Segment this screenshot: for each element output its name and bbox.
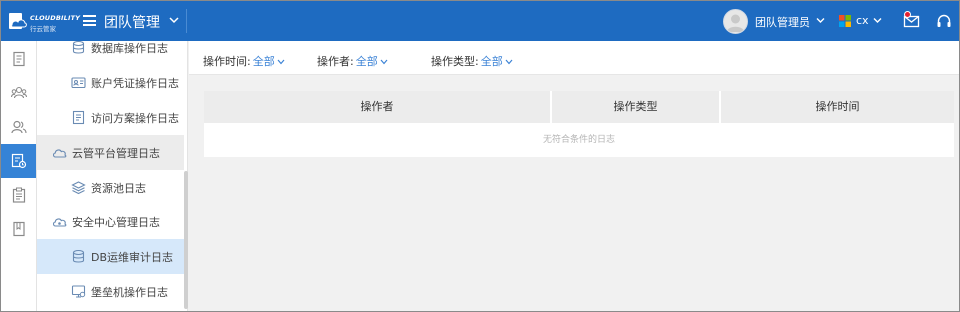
icon-sidebar [1, 41, 37, 311]
headset-icon[interactable] [936, 13, 952, 29]
filter-operator[interactable]: 操作者: 全部 [317, 53, 388, 69]
monitor-icon [71, 285, 86, 298]
submenu-label: DB运维审计日志 [91, 251, 174, 264]
windows-grid-icon[interactable] [839, 15, 851, 27]
column-header-operation-time[interactable]: 操作时间 [721, 91, 954, 123]
filter-label: 操作时间: [203, 55, 251, 68]
submenu-item-database-log[interactable]: 数据库操作日志 [37, 30, 184, 65]
submenu-group-security-center[interactable]: 安全中心管理日志 [37, 204, 184, 239]
submenu-label: 数据库操作日志 [91, 42, 168, 55]
database-icon [72, 249, 85, 263]
notification-dot [904, 11, 911, 18]
submenu-group-label: 安全中心管理日志 [72, 216, 160, 229]
filter-label: 操作者: [317, 55, 354, 68]
filter-label: 操作类型: [431, 55, 479, 68]
column-header-operation-type[interactable]: 操作类型 [552, 91, 721, 123]
book-icon [13, 221, 25, 237]
cloud-icon [52, 149, 67, 158]
chevron-down-icon[interactable] [380, 59, 388, 65]
log-submenu: 数据库操作日志 账户凭证操作日志 访问方案操作日志 云管平台管理日志 资源池日志… [37, 40, 188, 311]
header-divider [186, 9, 187, 33]
rail-item-book[interactable] [1, 212, 36, 246]
user-name[interactable]: 团队管理员 [755, 14, 810, 30]
chevron-down-icon[interactable] [277, 59, 285, 65]
rail-item-clipboard[interactable] [1, 178, 36, 212]
submenu-item-resource-pool-log[interactable]: 资源池日志 [37, 170, 184, 205]
submenu-group-label: 云管平台管理日志 [72, 147, 160, 160]
table-header: 操作者 操作类型 操作时间 [204, 91, 954, 123]
empty-state-text: 无符合条件的日志 [542, 135, 615, 145]
submenu-label: 账户凭证操作日志 [91, 77, 179, 90]
eye-cloud-icon [52, 218, 67, 227]
id-card-icon [71, 77, 86, 89]
main-content: 操作时间: 全部 操作者: 全部 操作类型: 全部 操作者 操作类型 操作时间 无符合… [189, 41, 959, 311]
submenu-item-bastion-log[interactable]: 堡垒机操作日志 [37, 274, 184, 309]
filter-operation-type[interactable]: 操作类型: 全部 [431, 53, 513, 69]
user-avatar[interactable] [723, 9, 748, 34]
submenu-group-cloud-platform[interactable]: 云管平台管理日志 [37, 135, 184, 170]
submenu-label: 堡垒机操作日志 [91, 286, 168, 299]
team-icon [11, 86, 27, 99]
logo-mark-icon [9, 13, 27, 29]
clipboard-icon [12, 187, 26, 203]
plan-icon [72, 110, 85, 125]
submenu-item-access-plan-log[interactable]: 访问方案操作日志 [37, 100, 184, 135]
filter-value[interactable]: 全部 [356, 55, 378, 68]
submenu-label: 访问方案操作日志 [91, 112, 179, 125]
filter-value[interactable]: 全部 [481, 55, 503, 68]
column-header-operator[interactable]: 操作者 [204, 91, 552, 123]
chevron-down-icon[interactable] [505, 59, 513, 65]
users-icon [11, 120, 27, 134]
submenu-item-db-audit-log[interactable]: DB运维审计日志 [37, 239, 184, 274]
filter-value[interactable]: 全部 [253, 55, 275, 68]
database-icon [72, 40, 85, 54]
submenu-label: 资源池日志 [91, 182, 146, 195]
filter-operation-time[interactable]: 操作时间: 全部 [203, 53, 285, 69]
chevron-down-icon[interactable] [873, 17, 882, 24]
submenu-scrollbar[interactable] [184, 171, 188, 309]
hamburger-menu-icon[interactable] [83, 15, 96, 26]
app-window: CLOUDBILITY 行云管家 团队管理 团队管理员 cx 数据库操作日志 账… [0, 0, 960, 312]
layers-icon [71, 181, 86, 195]
rail-item-documents[interactable] [1, 42, 36, 76]
audit-log-icon [11, 153, 27, 169]
chevron-down-icon[interactable] [169, 16, 179, 24]
log-table: 操作者 操作类型 操作时间 无符合条件的日志 [204, 91, 954, 157]
submenu-item-credential-log[interactable]: 账户凭证操作日志 [37, 65, 184, 100]
document-icon [13, 51, 25, 67]
chevron-down-icon[interactable] [816, 17, 825, 24]
rail-item-users[interactable] [1, 110, 36, 144]
filter-bar: 操作时间: 全部 操作者: 全部 操作类型: 全部 [189, 41, 959, 75]
logo-text: CLOUDBILITY [30, 14, 81, 22]
rail-item-team[interactable] [1, 76, 36, 110]
workspace-label[interactable]: cx [856, 14, 869, 27]
rail-item-audit-log[interactable] [1, 144, 36, 178]
module-title[interactable]: 团队管理 [104, 12, 160, 32]
